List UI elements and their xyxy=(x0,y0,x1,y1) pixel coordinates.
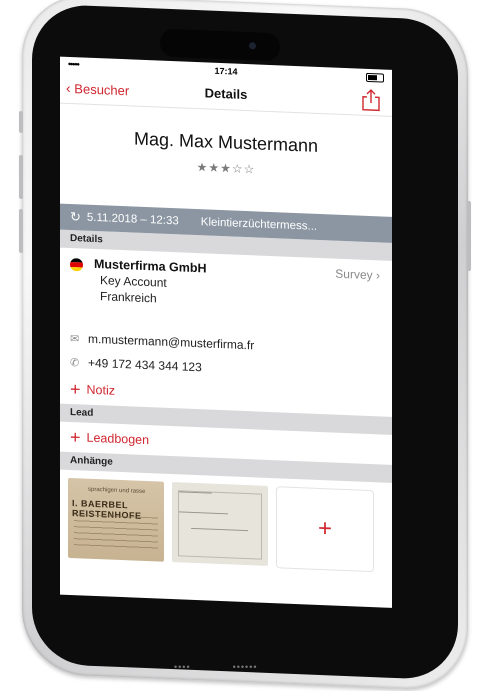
speaker-grille: •••• •••••• xyxy=(174,662,258,672)
power-button xyxy=(467,200,471,272)
rating-stars[interactable]: ★★★☆☆ xyxy=(60,155,392,182)
silent-switch xyxy=(19,110,23,134)
phone-value: +49 172 434 344 123 xyxy=(88,355,202,375)
page-title: Details xyxy=(204,85,248,103)
plus-icon: + xyxy=(70,426,81,448)
survey-label: Survey xyxy=(335,266,373,283)
contact-header: Mag. Max Mustermann ★★★☆☆ xyxy=(60,104,392,217)
add-attachment-button[interactable]: + xyxy=(276,486,374,573)
phone-frame: ••••• 17:14 ‹ Besucher Details Mag. Max … xyxy=(19,0,471,691)
add-note-label: Notiz xyxy=(86,382,115,398)
mail-icon: ✉ xyxy=(70,332,80,345)
share-icon[interactable] xyxy=(360,88,382,113)
event-name: Kleintierzüchtermess... xyxy=(200,216,318,233)
dynamic-island xyxy=(160,28,280,62)
sketch-image xyxy=(178,490,262,560)
attachment-subtitle: sprachigen und rasse xyxy=(88,486,146,495)
chevron-right-icon: › xyxy=(376,268,380,283)
attachments-list: sprachigen und rasse I. BAERBEL REISTENH… xyxy=(60,470,392,573)
attachment-thumbnail[interactable]: sprachigen und rasse I. BAERBEL REISTENH… xyxy=(68,477,164,562)
germany-flag-icon xyxy=(70,257,83,272)
phone-icon: ✆ xyxy=(70,356,80,369)
app-screen: ••••• 17:14 ‹ Besucher Details Mag. Max … xyxy=(60,56,392,608)
volume-up-button xyxy=(19,154,23,200)
survey-link[interactable]: Survey › xyxy=(335,267,380,283)
event-date: 5.11.2018 – 12:33 xyxy=(86,211,179,228)
add-lead-form-label: Leadbogen xyxy=(86,430,150,448)
plus-icon: + xyxy=(70,378,81,400)
history-icon: ↻ xyxy=(70,208,81,225)
battery-icon xyxy=(366,72,384,83)
camera-lens xyxy=(249,42,256,50)
attachment-thumbnail[interactable] xyxy=(172,482,268,566)
company-row[interactable]: Musterfirma GmbH Key Account Frankreich … xyxy=(60,248,392,333)
attachment-text-lines xyxy=(74,514,158,552)
volume-down-button xyxy=(19,208,23,254)
email-value: m.mustermann@musterfirma.fr xyxy=(88,331,255,353)
